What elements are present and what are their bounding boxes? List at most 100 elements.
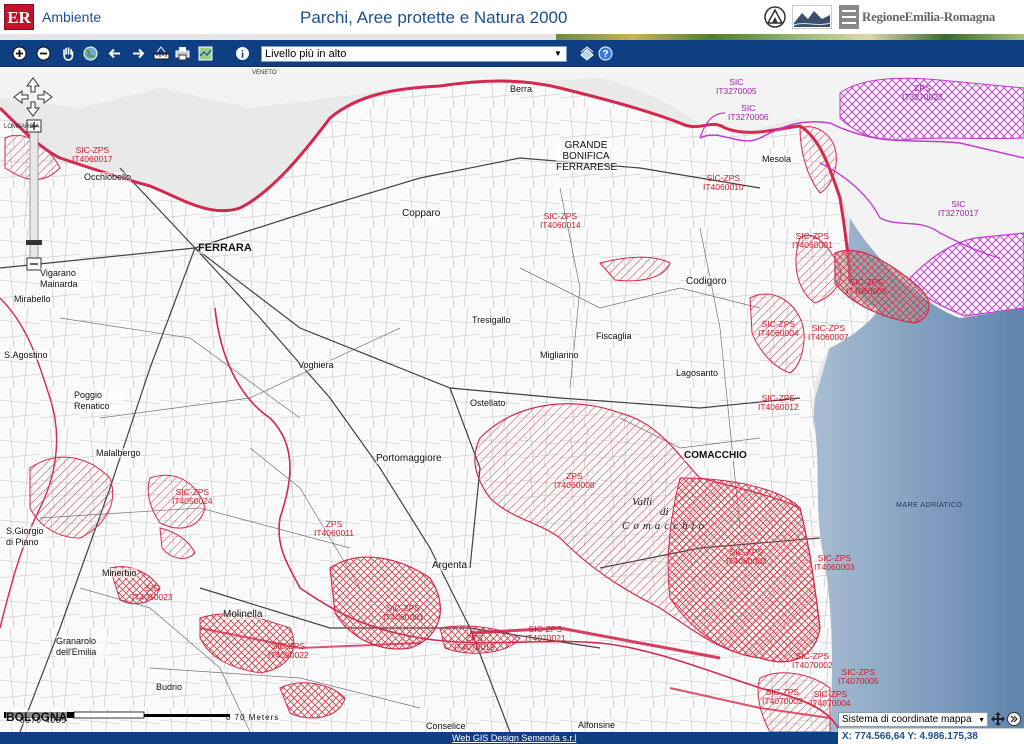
arrows-right-icon[interactable] — [1007, 712, 1021, 726]
site-id: IT4070021 — [525, 633, 566, 643]
town-ostellato: Ostellato — [470, 398, 506, 408]
site-id: IT4060001 — [792, 240, 833, 250]
site-id: IT4060003 — [814, 562, 855, 572]
globe-icon — [83, 46, 98, 61]
coordinate-readout: X: 774.566,64 Y: 4.986.175,38 — [838, 728, 1024, 744]
site-label[interactable]: ZPS IT4070019 — [454, 634, 495, 652]
zoom-slider[interactable] — [26, 120, 42, 270]
site-label[interactable]: SIC IT4050023 — [132, 584, 173, 602]
coordinate-system-select[interactable]: Sistema di coordinate mappa ▼ — [838, 712, 988, 727]
site-label[interactable]: SIC-ZPS IT4060017 — [72, 146, 113, 164]
forward-arrow-icon — [133, 48, 145, 59]
site-label[interactable]: SIC-ZPS IT4070021 — [525, 625, 566, 643]
site-id: IT4060005 — [846, 286, 887, 296]
measure-button[interactable] — [153, 45, 170, 62]
next-extent-button[interactable] — [130, 45, 147, 62]
site-label[interactable]: SIC-ZPS IT4060010 — [703, 174, 744, 192]
town-poggio: Poggio Renatico — [74, 390, 124, 412]
footer-credit-link[interactable]: Web GIS Design Semenda s.r.l — [452, 732, 576, 744]
help-button[interactable]: ? — [597, 45, 614, 62]
back-arrow-icon — [108, 48, 120, 59]
town-codigoro: Codigoro — [686, 276, 727, 287]
site-label[interactable]: SIC-ZPS IT4060014 — [540, 212, 581, 230]
map-canvas[interactable]: VENETO LOMBARDIA MARE ADRIATICO FERRARA … — [0, 68, 1024, 732]
pan-arrows-control[interactable] — [14, 78, 52, 116]
town-copparo: Copparo — [402, 208, 441, 219]
map-base — [0, 68, 1024, 732]
town-comacchio: COMACCHIO — [684, 450, 747, 461]
full-extent-button[interactable] — [82, 45, 99, 62]
site-label[interactable]: SIC-ZPS IT4060003 — [814, 554, 855, 572]
town-tresigallo: Tresigallo — [472, 315, 511, 325]
site-label[interactable]: SIC-ZPS IT4060005 — [846, 278, 887, 296]
town-fiscaglia: Fiscaglia — [596, 331, 632, 341]
identify-button[interactable]: i — [234, 45, 251, 62]
town-budrio: Budrio — [156, 682, 183, 692]
region-name: RegioneEmilia-Romagna — [862, 9, 996, 24]
site-label[interactable]: SIC-ZPS IT4060001 — [383, 604, 424, 622]
site-label[interactable]: ZPS IT4060011 — [314, 520, 354, 538]
site-id: IT4060008 — [554, 480, 595, 490]
site-label[interactable]: ZPS IT3270023 — [902, 84, 943, 102]
site-label[interactable]: SIC-ZPS IT4070005 — [838, 668, 879, 686]
pan-hand-icon — [63, 47, 74, 61]
zoom-in-button[interactable] — [11, 45, 28, 62]
town-lagosanto: Lagosanto — [676, 368, 719, 378]
site-label[interactable]: SIC IT3270006 — [728, 104, 769, 122]
site-id: IT4060011 — [314, 528, 355, 538]
town-voghiera: Voghiera — [298, 360, 334, 370]
chevron-down-icon: ▼ — [978, 717, 985, 724]
town-san-giorgio: S.Giorgio di Piano — [6, 526, 46, 548]
site-label[interactable]: SIC-ZPS IT4060001 — [792, 232, 833, 250]
site-id: IT4060002 — [726, 556, 767, 566]
valli-label-1: Valli — [632, 496, 653, 508]
site-label[interactable]: SIC-ZPS IT4050022 — [268, 642, 309, 660]
legend-button[interactable] — [578, 45, 595, 62]
zoom-in-icon — [12, 46, 27, 61]
site-id: IT4070005 — [838, 676, 879, 686]
site-id: IT4060014 — [540, 220, 581, 230]
valli-label-3: Comacchio — [622, 520, 709, 532]
site-label[interactable]: SIC-ZPS IT4060012 — [758, 394, 799, 412]
site-label[interactable]: SIC-ZPS IT4060002 — [726, 548, 767, 566]
town-portomaggiore: Portomaggiore — [376, 453, 442, 464]
site-label[interactable]: SIC-ZPS IT4050024 — [172, 488, 213, 506]
er-logo[interactable]: ER — [4, 4, 34, 30]
site-label[interactable]: SIC-ZPS IT4070002 — [792, 652, 833, 670]
layer-select[interactable]: Livello più in alto ▼ — [261, 46, 567, 62]
section-link[interactable]: Ambiente — [42, 9, 101, 25]
site-label[interactable]: SIC-ZPS IT4060004 — [758, 320, 799, 338]
site-id: IT3270005 — [716, 86, 757, 96]
layer-select-value: Livello più in alto — [265, 48, 347, 60]
zoom-out-icon — [36, 46, 51, 61]
town-sant-agostino: S.Agostino — [4, 350, 48, 360]
pan-button[interactable] — [59, 45, 76, 62]
site-label[interactable]: SIC-ZPS IT4060007 — [808, 324, 849, 342]
town-occhiobello: Occhiobello — [84, 172, 132, 182]
site-id: IT4060001 — [383, 612, 424, 622]
site-label[interactable]: SIC-ZPS IT4070003 — [762, 688, 803, 706]
zoom-out-button[interactable] — [35, 45, 52, 62]
town-mirabello: Mirabello — [14, 294, 51, 304]
app-window: ER Ambiente Parchi, Aree protette e Natu… — [0, 0, 1024, 744]
region-label-veneto: VENETO — [252, 70, 277, 76]
town-conselice: Conselice — [426, 721, 466, 731]
measure-icon — [153, 46, 170, 60]
site-id: IT4060012 — [758, 402, 799, 412]
print-button[interactable] — [174, 45, 191, 62]
town-ferrara: FERRARA — [198, 242, 252, 254]
map-export-icon — [198, 46, 213, 61]
help-icon: ? — [598, 46, 613, 61]
site-label[interactable]: SIC IT3270017 — [938, 200, 979, 218]
print-icon — [175, 47, 190, 61]
export-map-button[interactable] — [197, 45, 214, 62]
site-label[interactable]: SIC IT3270005 — [716, 78, 757, 96]
site-id: IT4050022 — [268, 650, 309, 660]
move-arrows-icon[interactable] — [991, 712, 1005, 726]
town-migliarino: Migliarino — [540, 350, 579, 360]
site-label[interactable]: SIC-ZPS IT4070004 — [810, 690, 851, 708]
previous-extent-button[interactable] — [106, 45, 123, 62]
site-label[interactable]: ZPS IT4060008 — [554, 472, 595, 490]
svg-text:i: i — [241, 49, 244, 61]
site-id: IT3270017 — [938, 208, 979, 218]
